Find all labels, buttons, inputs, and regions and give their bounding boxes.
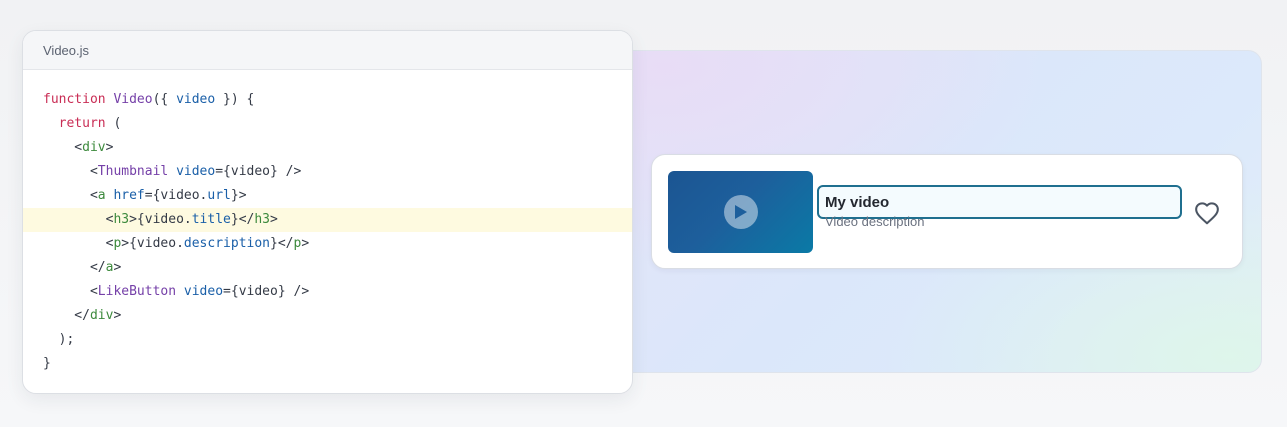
code-token: a	[97, 188, 106, 203]
code-token: <	[43, 140, 83, 155]
code-token: Thumbnail	[97, 164, 169, 179]
editor-tab-bar: Video.js	[23, 31, 632, 70]
code-line: </a>	[23, 256, 632, 280]
code-token: <	[43, 284, 98, 299]
code-token: ={video} />	[215, 164, 302, 179]
code-line: <Thumbnail video={video} />	[23, 160, 632, 184]
code-token: <	[43, 212, 114, 227]
code-token: }>	[230, 188, 247, 203]
code-token: video	[168, 164, 216, 179]
code-token: }	[43, 356, 51, 371]
code-token: h3	[113, 212, 130, 227]
code-token: </	[43, 308, 90, 323]
code-line: );	[23, 328, 632, 352]
code-token: ({	[152, 92, 177, 107]
code-token: title	[191, 212, 231, 227]
code-token: <	[43, 236, 114, 251]
code-line: }	[23, 352, 632, 376]
heart-outline-icon	[1195, 202, 1219, 225]
code-token: ={video.	[144, 188, 208, 203]
code-token: (	[113, 116, 122, 131]
code-token: url	[207, 188, 231, 203]
code-token: h3	[254, 212, 271, 227]
code-token: }) {	[215, 92, 255, 107]
code-token: <	[43, 188, 98, 203]
play-icon[interactable]	[723, 195, 758, 229]
code-token: function	[43, 92, 114, 107]
code-token: return	[43, 116, 114, 131]
code-token: div	[82, 140, 106, 155]
code-line: <div>	[23, 136, 632, 160]
code-token: video	[176, 92, 216, 107]
video-title: My video	[825, 193, 890, 211]
video-thumbnail[interactable]	[668, 171, 813, 253]
code-token: >	[113, 308, 122, 323]
code-token: ={video} />	[223, 284, 310, 299]
code-token: >	[113, 260, 122, 275]
code-line: <h3>{video.title}</h3>	[23, 208, 632, 232]
code-token: href	[105, 188, 145, 203]
code-token: div	[89, 308, 114, 323]
code-token: }</	[270, 236, 294, 251]
video-card: My video Video description	[651, 154, 1243, 269]
like-button[interactable]	[1192, 199, 1222, 227]
code-token: );	[43, 332, 75, 347]
code-token: }</	[230, 212, 255, 227]
video-description: Video description	[825, 214, 925, 229]
code-block: function Video({ video }) { return ( <di…	[23, 70, 632, 376]
code-token: <	[43, 164, 98, 179]
code-token: </	[43, 260, 106, 275]
code-token: video	[176, 284, 224, 299]
play-triangle-icon	[734, 205, 747, 219]
code-editor: Video.js function Video({ video }) { ret…	[22, 30, 633, 394]
code-token: >{video.	[121, 236, 184, 251]
code-token: LikeButton	[97, 284, 177, 299]
code-line: <p>{video.description}</p>	[23, 232, 632, 256]
code-line: function Video({ video }) {	[23, 88, 632, 112]
code-token: >	[270, 212, 278, 227]
code-token: >	[105, 140, 114, 155]
code-line: </div>	[23, 304, 632, 328]
code-token: >{video.	[129, 212, 192, 227]
code-token: Video	[113, 92, 153, 107]
code-line: <LikeButton video={video} />	[23, 280, 632, 304]
code-token: description	[183, 236, 270, 251]
code-token: >	[301, 236, 310, 251]
editor-tab-filename[interactable]: Video.js	[43, 43, 89, 58]
code-line: <a href={video.url}>	[23, 184, 632, 208]
code-line: return (	[23, 112, 632, 136]
